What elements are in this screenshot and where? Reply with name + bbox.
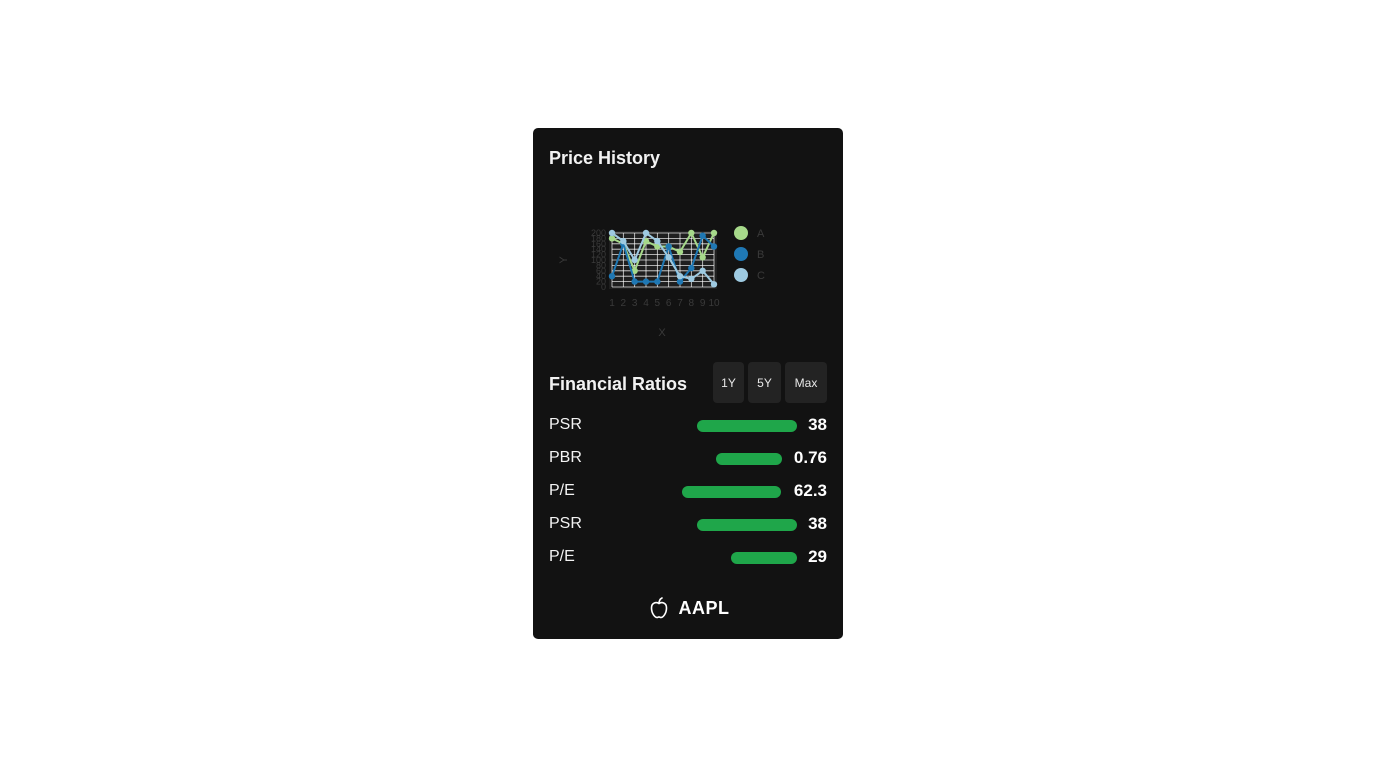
ratio-row-pe-2: P/E 29 bbox=[549, 546, 827, 568]
price-card: Price History 1 2 3 4 5 6 7 8 9 10 0 20 40 60 80 100 120… bbox=[533, 128, 843, 639]
x-tick-label: 10 bbox=[708, 298, 720, 309]
data-point-b bbox=[688, 264, 695, 272]
x-tick-label: 7 bbox=[677, 298, 683, 309]
data-point-a bbox=[688, 229, 695, 237]
legend-label-c: C bbox=[757, 270, 765, 282]
ratio-label: PSR bbox=[549, 416, 582, 433]
x-tick-label: 9 bbox=[700, 298, 706, 309]
x-tick-label: 1 bbox=[609, 298, 615, 309]
ratio-label: P/E bbox=[549, 548, 575, 565]
ratio-value: 38 bbox=[808, 415, 827, 434]
range-1y-button[interactable]: 1Y bbox=[713, 362, 744, 403]
range-max-button[interactable]: Max bbox=[785, 362, 827, 403]
ratio-bar bbox=[731, 552, 797, 564]
price-history-title: Price History bbox=[549, 148, 661, 168]
ratio-label: PBR bbox=[549, 449, 582, 466]
data-point-b bbox=[631, 278, 638, 285]
legend-label-b: B bbox=[757, 249, 764, 261]
range-5y-button[interactable]: 5Y bbox=[748, 362, 781, 403]
x-tick-label: 3 bbox=[632, 298, 638, 309]
legend-marker-a bbox=[734, 226, 748, 240]
ratio-bar bbox=[697, 420, 797, 432]
data-point-c bbox=[620, 237, 627, 245]
data-point-c bbox=[665, 254, 672, 261]
data-point-c bbox=[676, 273, 684, 280]
data-point-b bbox=[699, 232, 706, 239]
data-point-c bbox=[699, 267, 706, 274]
data-point-c bbox=[710, 281, 718, 288]
data-point-c bbox=[688, 275, 695, 283]
y-axis-label: Y bbox=[558, 256, 570, 264]
ratio-value: 0.76 bbox=[793, 448, 827, 467]
ratio-row-pbr: PBR 0.76 bbox=[549, 447, 827, 469]
x-tick-label: 2 bbox=[621, 298, 627, 309]
ratio-bar bbox=[716, 453, 782, 465]
x-axis-label: X bbox=[658, 327, 666, 339]
legend-marker-c bbox=[734, 268, 748, 282]
data-point-b bbox=[608, 273, 616, 280]
y-tick-label: 200 bbox=[591, 228, 606, 238]
x-tick-label: 4 bbox=[643, 298, 649, 309]
legend-marker-b bbox=[734, 247, 748, 261]
x-tick-label: 5 bbox=[655, 298, 661, 309]
x-tick-label: 6 bbox=[666, 298, 672, 309]
data-point-c bbox=[654, 237, 661, 245]
ticker-symbol: AAPL bbox=[678, 597, 730, 618]
ratio-row-psr: PSR 38 bbox=[549, 414, 827, 436]
ratio-label: PSR bbox=[549, 515, 582, 532]
ratio-bar bbox=[697, 519, 797, 531]
ratios-title: Financial Ratios bbox=[549, 374, 688, 394]
data-point-b bbox=[642, 278, 650, 285]
price-history-chart: 1 2 3 4 5 6 7 8 9 10020406080100120140160180200XY… bbox=[558, 226, 765, 339]
data-point-b bbox=[654, 278, 661, 285]
data-point-b bbox=[710, 243, 718, 250]
data-point-a bbox=[676, 248, 684, 256]
ratio-value: 38 bbox=[808, 514, 827, 533]
ticker-footer: AAPL bbox=[533, 595, 843, 621]
data-point-c bbox=[608, 229, 616, 237]
ratio-value: 62.3 bbox=[793, 481, 827, 500]
ratio-bar bbox=[682, 486, 781, 498]
ratio-value: 29 bbox=[808, 547, 827, 566]
x-tick-label: 8 bbox=[689, 298, 695, 309]
ratio-label: P/E bbox=[549, 482, 575, 499]
data-point-a bbox=[710, 229, 718, 237]
ratios-header: Financial Ratios 1Y 5Y Max bbox=[549, 362, 827, 404]
data-point-a bbox=[699, 254, 706, 261]
apple-icon bbox=[650, 597, 667, 619]
data-point-c bbox=[642, 229, 650, 237]
legend-label-a: A bbox=[757, 228, 765, 240]
ratio-row-psr-2: PSR 38 bbox=[549, 513, 827, 535]
data-point-c bbox=[631, 256, 638, 264]
ratio-row-pe: P/E 62.3 bbox=[549, 480, 827, 502]
data-point-b bbox=[665, 243, 672, 250]
